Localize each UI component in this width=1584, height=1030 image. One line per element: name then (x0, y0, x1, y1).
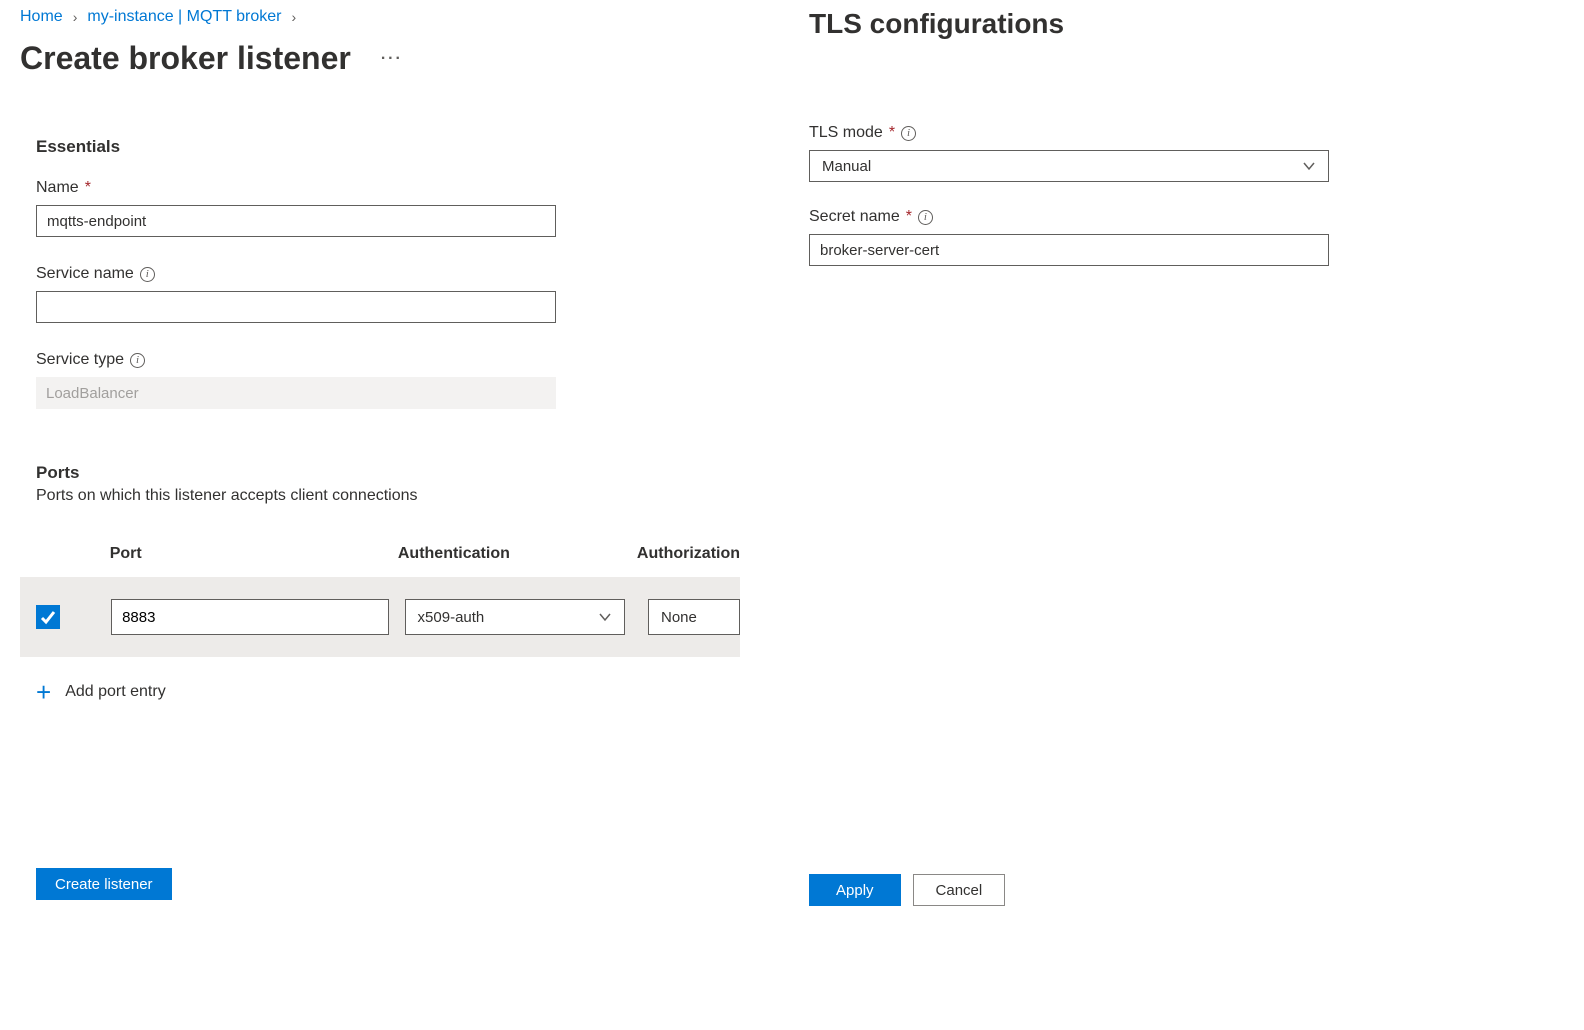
name-label: Name* (36, 179, 740, 197)
panel-title: TLS configurations (809, 8, 1544, 40)
service-name-input[interactable] (36, 291, 556, 323)
secret-name-label: Secret name* i (809, 208, 1544, 226)
tls-mode-select[interactable]: Manual (809, 150, 1329, 182)
secret-name-input[interactable] (809, 234, 1329, 266)
more-icon[interactable]: ··· (381, 50, 403, 68)
col-authz: Authorization (637, 545, 740, 563)
col-port: Port (110, 545, 398, 563)
page-title: Create broker listener (20, 40, 351, 77)
chevron-down-icon (1302, 159, 1316, 173)
ports-table-header: Port Authentication Authorization (20, 545, 740, 563)
info-icon[interactable]: i (140, 267, 155, 282)
row-checkbox[interactable] (36, 605, 60, 629)
chevron-down-icon (598, 610, 612, 624)
create-listener-button[interactable]: Create listener (36, 868, 172, 900)
info-icon[interactable]: i (901, 126, 916, 141)
info-icon[interactable]: i (130, 353, 145, 368)
authorization-select[interactable]: None (648, 599, 740, 635)
service-name-label: Service name i (36, 265, 740, 283)
service-type-input (36, 377, 556, 409)
col-auth: Authentication (398, 545, 637, 563)
ports-heading: Ports (20, 463, 740, 483)
breadcrumb: Home › my-instance | MQTT broker › (20, 4, 740, 40)
service-type-label: Service type i (36, 351, 740, 369)
chevron-right-icon: › (73, 9, 78, 25)
add-port-label: Add port entry (65, 683, 166, 701)
add-port-entry[interactable]: + Add port entry (20, 657, 740, 705)
authentication-select[interactable]: x509-auth (405, 599, 625, 635)
breadcrumb-home[interactable]: Home (20, 8, 63, 26)
ports-subheading: Ports on which this listener accepts cli… (20, 487, 740, 505)
info-icon[interactable]: i (918, 210, 933, 225)
plus-icon: + (36, 679, 51, 705)
chevron-right-icon: › (291, 9, 296, 25)
name-input[interactable] (36, 205, 556, 237)
tls-mode-label: TLS mode* i (809, 124, 1544, 142)
ports-row: x509-auth None (20, 577, 740, 657)
port-input[interactable] (111, 599, 389, 635)
breadcrumb-instance[interactable]: my-instance | MQTT broker (87, 8, 281, 26)
cancel-button[interactable]: Cancel (913, 874, 1006, 906)
apply-button[interactable]: Apply (809, 874, 901, 906)
essentials-heading: Essentials (20, 137, 740, 157)
